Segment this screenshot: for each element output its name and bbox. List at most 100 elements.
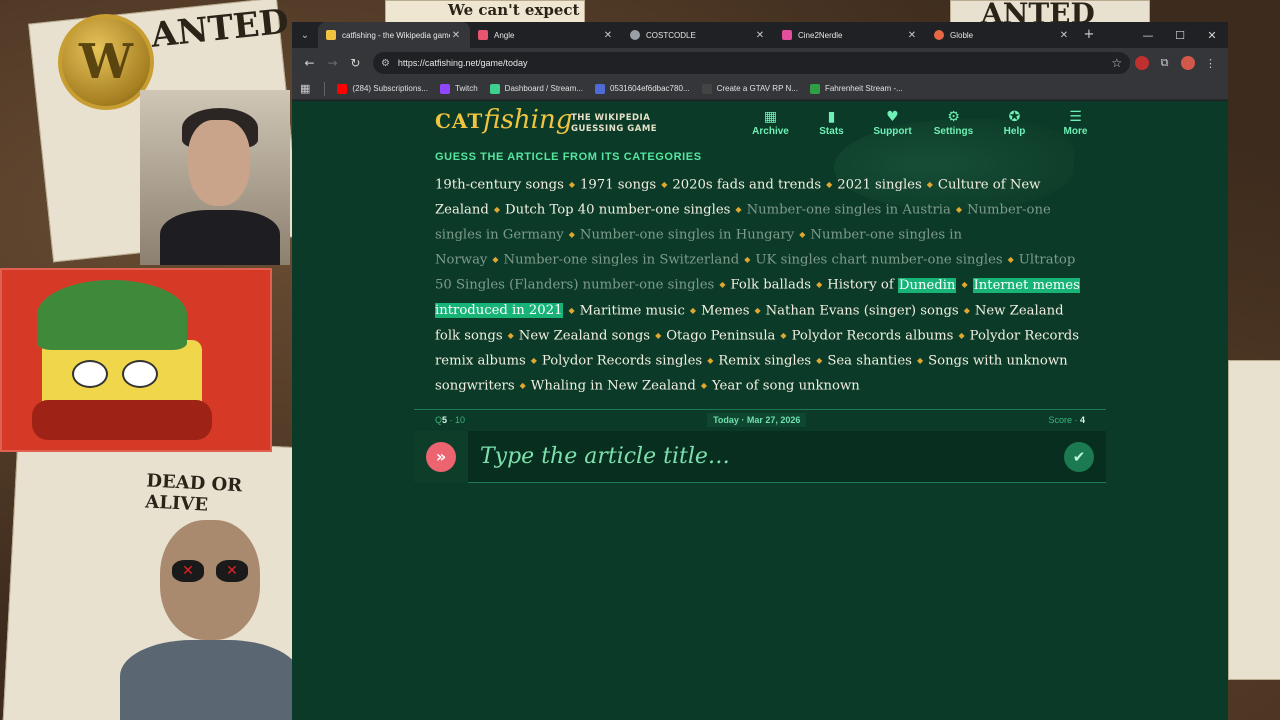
category-item: 1971 songs [580,178,656,193]
submit-guess-button[interactable]: ✔ [1064,441,1094,472]
settings-button[interactable]: ⚙ Settings [923,101,984,145]
category-separator-icon: ◆ [926,180,933,189]
tagline: THE WIKIPEDIA GUESSING GAME [571,113,657,135]
meme-scarf [32,400,212,440]
catfishing-favicon-icon [326,30,336,40]
avatar-shirt [160,210,280,265]
article-title-input[interactable] [468,430,1064,483]
category-text: Year of song unknown [712,378,860,394]
forward-arrow-icon[interactable]: → [321,51,344,75]
tab-title: catfishing - the Wikipedia game [342,30,450,40]
bookmark-twitch[interactable]: Twitch [440,83,478,94]
category-item: Number-one singles in Hungary [580,228,794,243]
new-tab-icon[interactable]: + [1078,22,1100,48]
window-close-icon[interactable]: ✕ [1196,22,1228,48]
category-text: Whaling in New Zealand [530,378,696,394]
menu-label: More [1063,126,1088,137]
more-button[interactable]: ☰ More [1045,101,1106,145]
tab-title: Globle [950,30,974,40]
menu-label: Stats [819,126,844,137]
menu-label: Support [873,126,912,137]
tab-search-icon[interactable]: ⌄ [292,22,318,48]
category-separator-icon: ◆ [568,230,575,240]
category-separator-icon: ◆ [955,205,962,215]
poster-text: ANTED [149,1,291,56]
tab-costcodle[interactable]: COSTCODLE ✕ [622,22,774,48]
back-arrow-icon[interactable]: ← [298,51,321,75]
category-text: 2021 singles [837,177,922,193]
tab-catfishing[interactable]: catfishing - the Wikipedia game ✕ [318,22,470,48]
calendar-icon: ▦ [763,109,778,125]
category-separator-icon: ◆ [916,355,924,365]
category-separator-icon: ◆ [568,305,575,315]
profile-avatar[interactable] [1176,51,1199,75]
category-separator-icon: ◆ [568,180,576,189]
category-item: 2020s fads and trends [672,178,821,193]
category-text: 2020s fads and trends [672,177,822,193]
tab-angle[interactable]: Angle ✕ [470,22,622,48]
bookmark-fahrenheit[interactable]: Fahrenheit Stream -... [809,83,903,94]
category-text: 1971 songs [580,177,657,193]
stats-button[interactable]: ▮ Stats [801,101,862,145]
close-icon[interactable]: ✕ [754,30,766,41]
avatar-face [188,120,250,206]
tab-globle[interactable]: Globle ✕ [926,22,1078,48]
archive-button[interactable]: ▦ Archive [740,101,801,145]
bookmark-youtube[interactable]: (284) Subscriptions... [337,83,428,94]
maximize-icon[interactable]: ☐ [1164,22,1196,48]
avatar-cartoon [140,90,290,265]
category-item: 19th-century songs [435,178,564,193]
menu-label: Help [1003,126,1026,137]
category-item: Folk ballads [730,278,811,293]
browser-menu-icon[interactable]: ⋮ [1199,51,1222,75]
bookmarks-bar: ▦ (284) Subscriptions... Twitch Dashboar… [292,78,1228,100]
address-bar[interactable]: ⚙ https://catfishing.net/game/today ☆ [372,52,1131,74]
category-separator-icon: ◆ [799,230,806,240]
bookmark-dashboard[interactable]: Dashboard / Stream... [489,83,583,94]
category-item: Otago Peninsula [666,328,775,343]
tab-cine2nerdle[interactable]: Cine2Nerdle ✕ [774,22,926,48]
score-text: Score · [1048,414,1080,425]
category-separator-icon: ◆ [519,380,526,390]
category-separator-icon: ◆ [963,305,970,315]
site-info-icon[interactable]: ⚙ [381,58,390,69]
brand-logo[interactable]: CAT fishing [435,107,572,133]
bar-chart-icon: ▮ [827,109,836,125]
poster-text: We can't expect [448,1,580,19]
close-icon[interactable]: ✕ [450,30,462,41]
bookmark-star-icon[interactable]: ☆ [1111,56,1122,70]
cine2nerdle-favicon-icon [782,30,792,40]
category-separator-icon: ◆ [735,205,742,215]
heart-icon: ♥ [886,109,899,125]
url-text[interactable]: https://catfishing.net/game/today [398,58,1111,68]
close-icon[interactable]: ✕ [602,30,614,41]
close-icon[interactable]: ✕ [1058,30,1070,41]
tab-title: COSTCODLE [646,30,696,40]
menu-label: Archive [752,126,789,137]
tab-title: Angle [494,30,515,40]
category-item: New Zealand songs [519,328,650,343]
bookmark-gtav[interactable]: Create a GTAV RP N... [701,83,798,94]
category-text: Polydor Records albums [791,328,954,344]
support-button[interactable]: ♥ Support [862,101,923,145]
apps-grid-icon[interactable]: ▦ [300,82,310,95]
fast-forward-icon: » [426,441,456,472]
help-button[interactable]: ✪ Help [984,101,1045,145]
logo-letter: W [79,34,133,90]
category-item: Nathan Evans (singer) songs [766,303,959,318]
tab-strip: ⌄ catfishing - the Wikipedia game ✕ Angl… [292,22,1228,48]
category-text: Polydor Records singles [541,353,703,369]
category-text: Number-one singles in Austria [746,202,951,218]
game-header: CAT fishing THE WIKIPEDIA GUESSING GAME … [414,101,1106,145]
extension-icon[interactable] [1130,51,1153,75]
close-icon[interactable]: ✕ [906,30,918,41]
bookmark-hash[interactable]: 0531604ef6dbac780... [594,83,690,94]
extensions-puzzle-icon[interactable]: ⧉ [1153,51,1176,75]
category-separator-icon: ◆ [816,355,823,365]
game-menu: ▦ Archive ▮ Stats ♥ Support ⚙ Settings ✪… [740,101,1106,145]
reload-icon[interactable]: ↻ [344,51,367,75]
category-item: Maritime music [580,303,685,318]
dashboard-icon [489,83,500,94]
skip-button[interactable]: » [414,430,468,483]
minimize-icon[interactable]: — [1132,22,1164,48]
